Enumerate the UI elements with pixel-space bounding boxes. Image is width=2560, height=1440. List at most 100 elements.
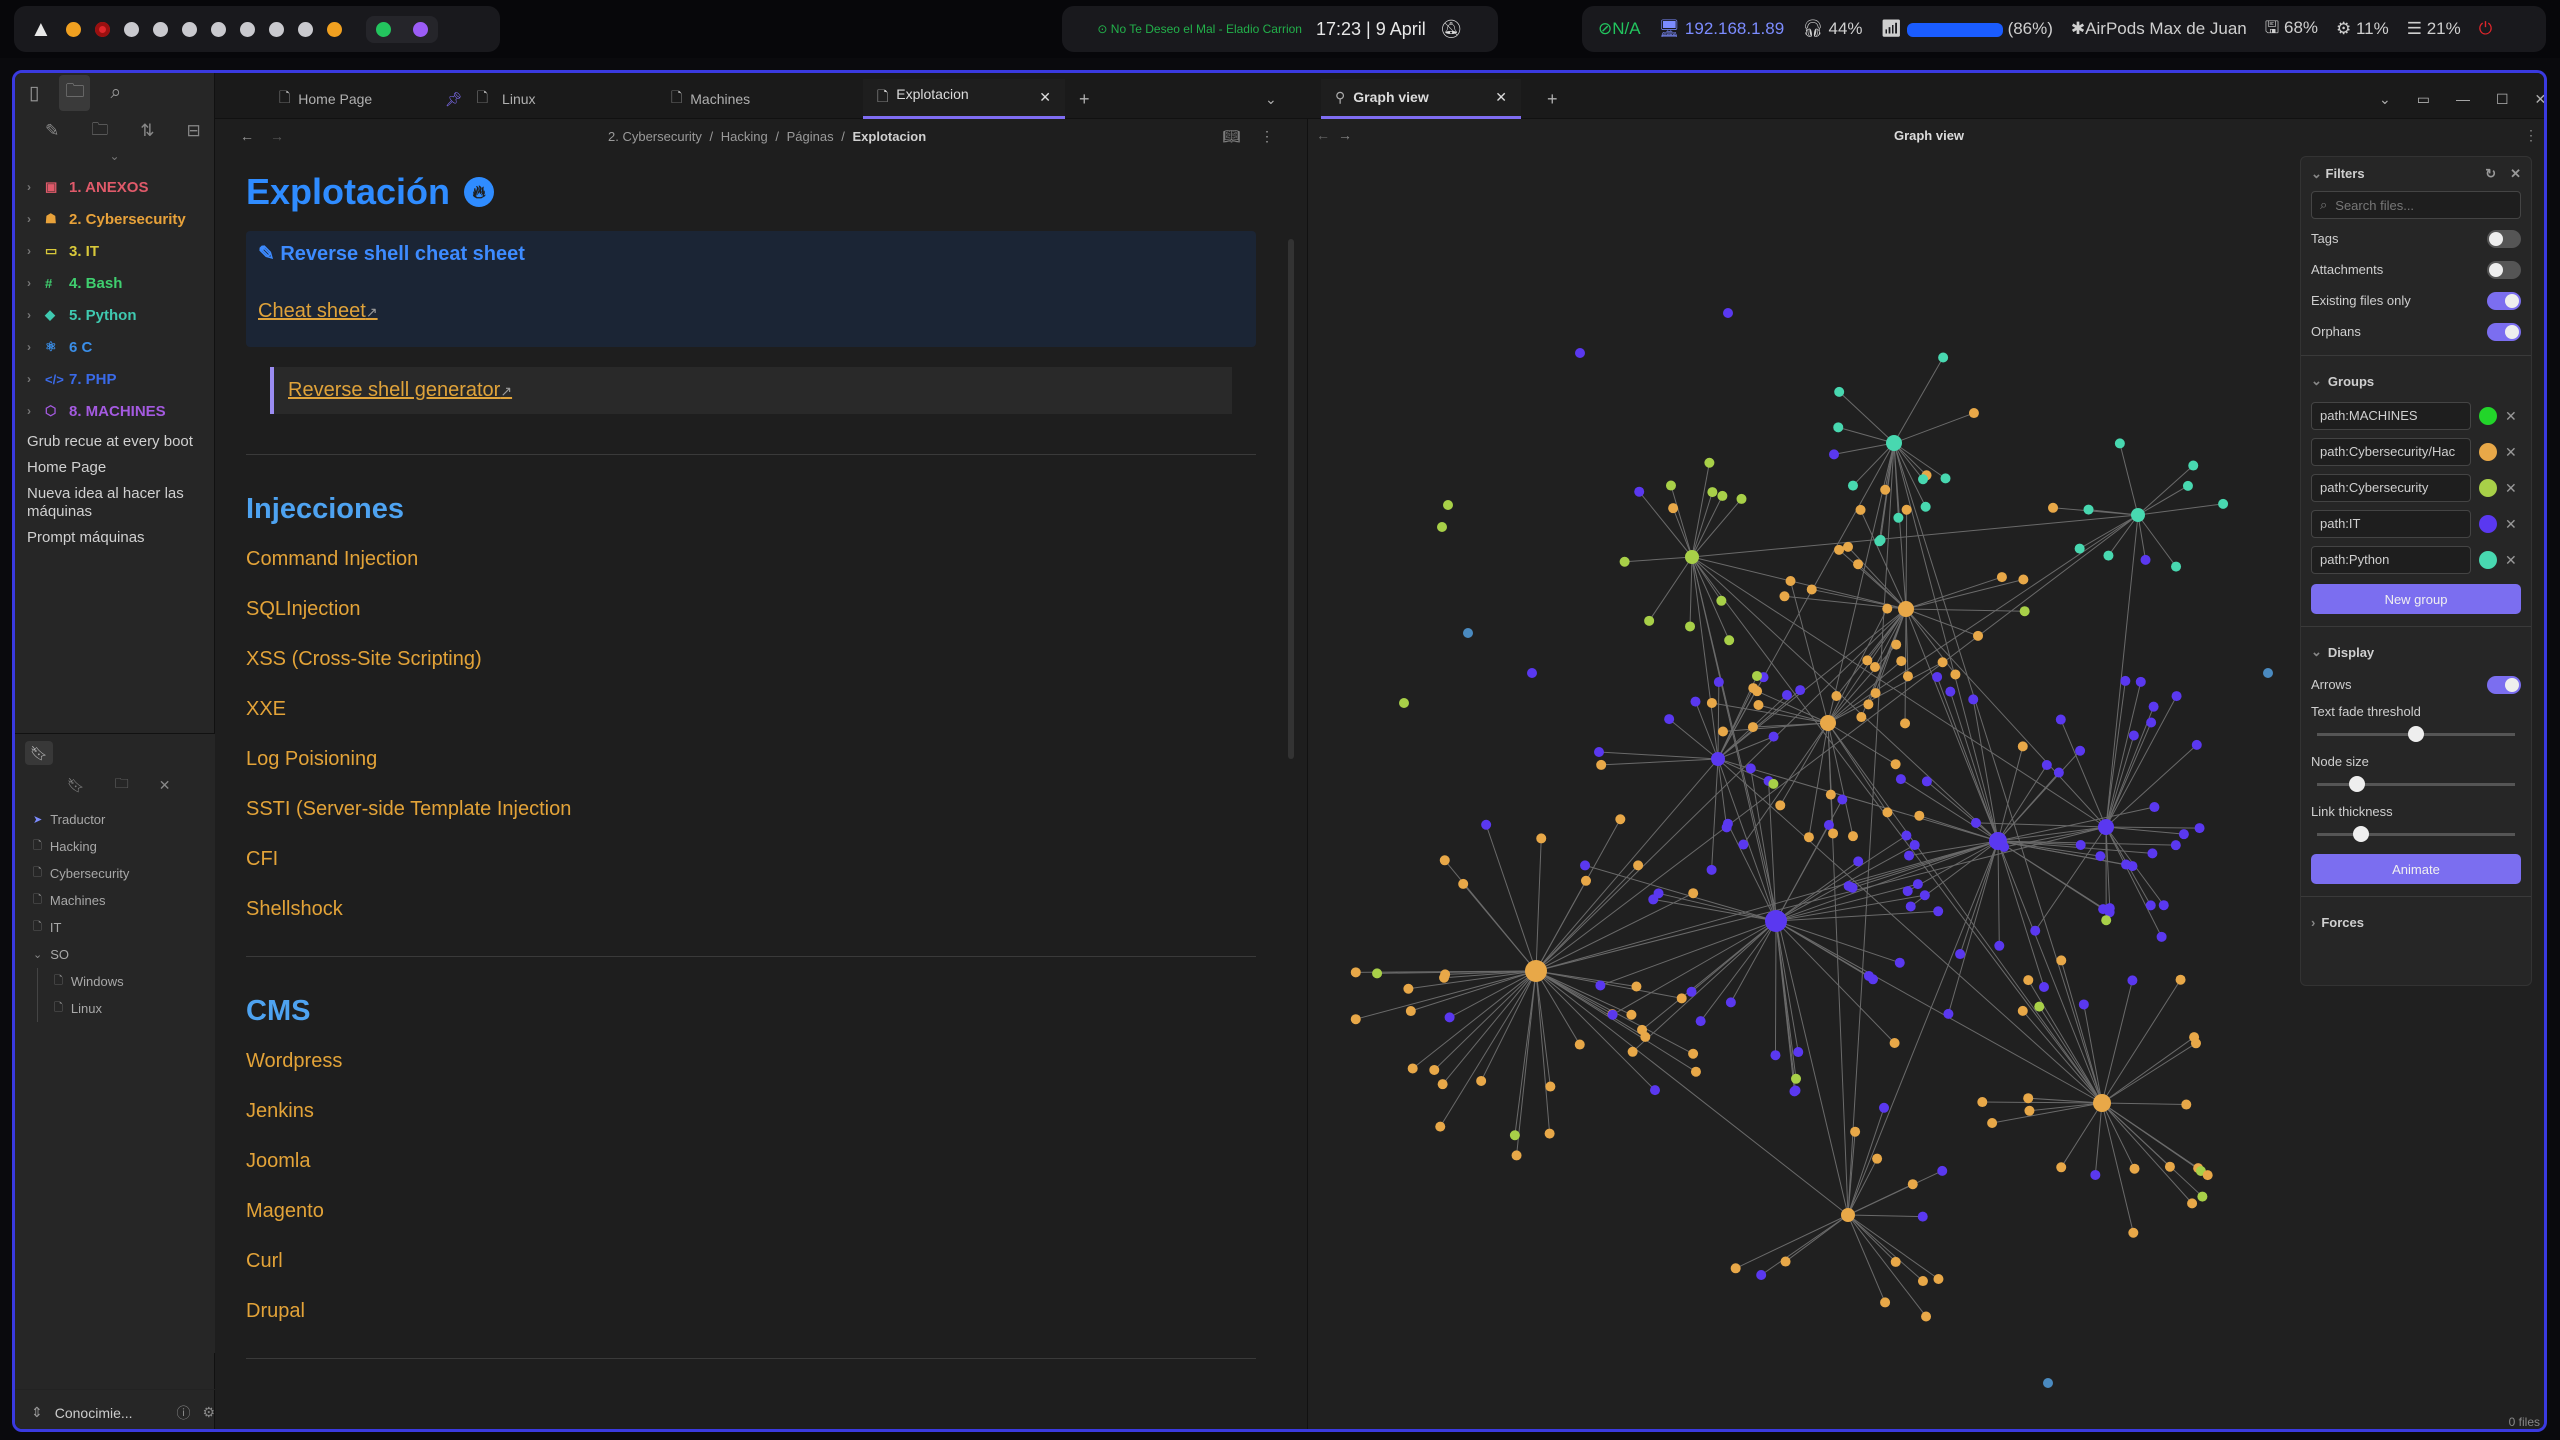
spotify-icon[interactable]: [375, 21, 391, 37]
new-group-button[interactable]: New group: [2311, 584, 2521, 614]
graph-node[interactable]: [1631, 981, 1642, 992]
note-link-item[interactable]: CFI: [246, 848, 1256, 898]
reading-view-icon[interactable]: 📖︎: [1222, 128, 1240, 145]
graph-node[interactable]: [2023, 1093, 2034, 1104]
graph-node[interactable]: [1850, 1126, 1861, 1137]
bookmark-add-icon[interactable]: 🔖︎: [67, 777, 85, 794]
graph-node[interactable]: [1932, 671, 1943, 682]
graph-node[interactable]: [1429, 1064, 1440, 1075]
tab-list-chevron-icon[interactable]: ⌄: [2379, 91, 2391, 108]
graph-node[interactable]: [1399, 698, 1409, 708]
graph-node[interactable]: [1834, 544, 1845, 555]
graph-node[interactable]: [1837, 794, 1848, 805]
graph-node[interactable]: [1937, 657, 1948, 668]
graph-node[interactable]: [2078, 999, 2089, 1010]
folder-item[interactable]: › ▣ 1. ANEXOS: [15, 171, 214, 203]
remove-group-icon[interactable]: ✕: [2505, 552, 2517, 569]
workspace-dot[interactable]: [123, 21, 139, 37]
graph-node[interactable]: [1765, 910, 1787, 932]
graph-node[interactable]: [1890, 759, 1901, 770]
tab-machines[interactable]: 🗋︎ Machines: [657, 79, 764, 119]
note-scrollbar[interactable]: [1288, 239, 1294, 759]
graph-node[interactable]: [1619, 556, 1630, 567]
graph-node[interactable]: [1831, 691, 1842, 702]
file-item[interactable]: Home Page: [19, 455, 214, 481]
bookmarks-icon[interactable]: 🔖︎: [25, 741, 53, 765]
bookmark-item[interactable]: 🗋︎ Machines: [33, 887, 215, 914]
graph-node[interactable]: [1403, 983, 1414, 994]
back-arrow-icon[interactable]: ←: [240, 128, 254, 144]
graph-node[interactable]: [1853, 559, 1864, 570]
folder-item[interactable]: › </> 7. PHP: [15, 363, 214, 395]
forces-header[interactable]: › Forces: [2311, 905, 2521, 939]
note-link-item[interactable]: SQLInjection: [246, 598, 1256, 648]
graph-node[interactable]: [1676, 993, 1687, 1004]
slider-track[interactable]: [2317, 826, 2515, 842]
graph-node[interactable]: [1544, 1128, 1555, 1139]
bookmark-item[interactable]: 🗋︎ Linux: [37, 995, 215, 1022]
graph-node[interactable]: [1893, 512, 1904, 523]
graph-node[interactable]: [2188, 460, 2199, 471]
graph-node[interactable]: [1919, 890, 1930, 901]
more-options-icon[interactable]: ⋮: [2524, 127, 2538, 144]
graph-node[interactable]: [2053, 767, 2064, 778]
graph-node[interactable]: [1828, 828, 1839, 839]
graph-node[interactable]: [1525, 960, 1547, 982]
sidebar-toggle-icon[interactable]: ▯: [29, 82, 39, 105]
graph-node[interactable]: [1938, 352, 1949, 363]
display-header[interactable]: ⌄ Display: [2311, 635, 2521, 669]
graph-node[interactable]: [1509, 1130, 1520, 1141]
graph-node[interactable]: [2017, 741, 2028, 752]
graph-node[interactable]: [2019, 606, 2030, 617]
remove-group-icon[interactable]: ✕: [2505, 516, 2517, 533]
graph-node[interactable]: [1721, 822, 1732, 833]
graph-node[interactable]: [2056, 1162, 2067, 1173]
graph-node[interactable]: [1634, 486, 1645, 497]
graph-node[interactable]: [1688, 888, 1699, 899]
remove-group-icon[interactable]: ✕: [2505, 444, 2517, 461]
group-color-picker[interactable]: [2479, 443, 2497, 461]
graph-node[interactable]: [2083, 504, 2094, 515]
graph-node[interactable]: [1780, 1256, 1791, 1267]
graph-node[interactable]: [1856, 712, 1867, 723]
filter-toggle[interactable]: [2487, 229, 2521, 248]
close-icon[interactable]: ✕: [2510, 166, 2521, 182]
graph-node[interactable]: [1889, 1037, 1900, 1048]
note-link-item[interactable]: XXE: [246, 698, 1256, 748]
graph-node[interactable]: [1825, 789, 1836, 800]
graph-node[interactable]: [1791, 1073, 1802, 1084]
new-tab-button[interactable]: +: [1533, 79, 1572, 119]
notifications-off-icon[interactable]: 🔕︎: [1440, 19, 1463, 40]
graph-node[interactable]: [2043, 1378, 2053, 1388]
slider-track[interactable]: [2317, 726, 2515, 742]
graph-node[interactable]: [2194, 823, 2205, 834]
graph-node[interactable]: [2055, 714, 2066, 725]
volume[interactable]: 🎧︎ 44%: [1802, 19, 1862, 39]
graph-node[interactable]: [1615, 814, 1626, 825]
graph-node[interactable]: [1895, 774, 1906, 785]
remove-group-icon[interactable]: ✕: [2505, 408, 2517, 425]
graph-node[interactable]: [2075, 840, 2086, 851]
graph-node[interactable]: [1690, 696, 1701, 707]
graph-node[interactable]: [1527, 668, 1537, 678]
graph-node[interactable]: [2114, 438, 2125, 449]
graph-node[interactable]: [1407, 1063, 1418, 1074]
graph-node[interactable]: [1829, 449, 1840, 460]
graph-node[interactable]: [1770, 1050, 1781, 1061]
graph-node[interactable]: [1955, 949, 1966, 960]
workspace-dot[interactable]: [152, 21, 168, 37]
graph-node[interactable]: [2098, 819, 2114, 835]
note-link-item[interactable]: Command Injection: [246, 548, 1256, 598]
graph-node[interactable]: [2170, 840, 2181, 851]
graph-node[interactable]: [2018, 574, 2029, 585]
group-color-picker[interactable]: [2479, 407, 2497, 425]
filter-toggle[interactable]: [2487, 322, 2521, 341]
graph-node[interactable]: [1987, 1117, 1998, 1128]
graph-node[interactable]: [1896, 656, 1907, 667]
graph-node[interactable]: [1880, 1297, 1891, 1308]
tab-explotacion[interactable]: 🗋︎ Explotacion ✕: [863, 79, 1065, 119]
graph-node[interactable]: [1706, 697, 1717, 708]
workspace-dot[interactable]: [326, 21, 342, 37]
graph-node[interactable]: [1940, 473, 1951, 484]
note-link-item[interactable]: Magento: [246, 1200, 1256, 1250]
